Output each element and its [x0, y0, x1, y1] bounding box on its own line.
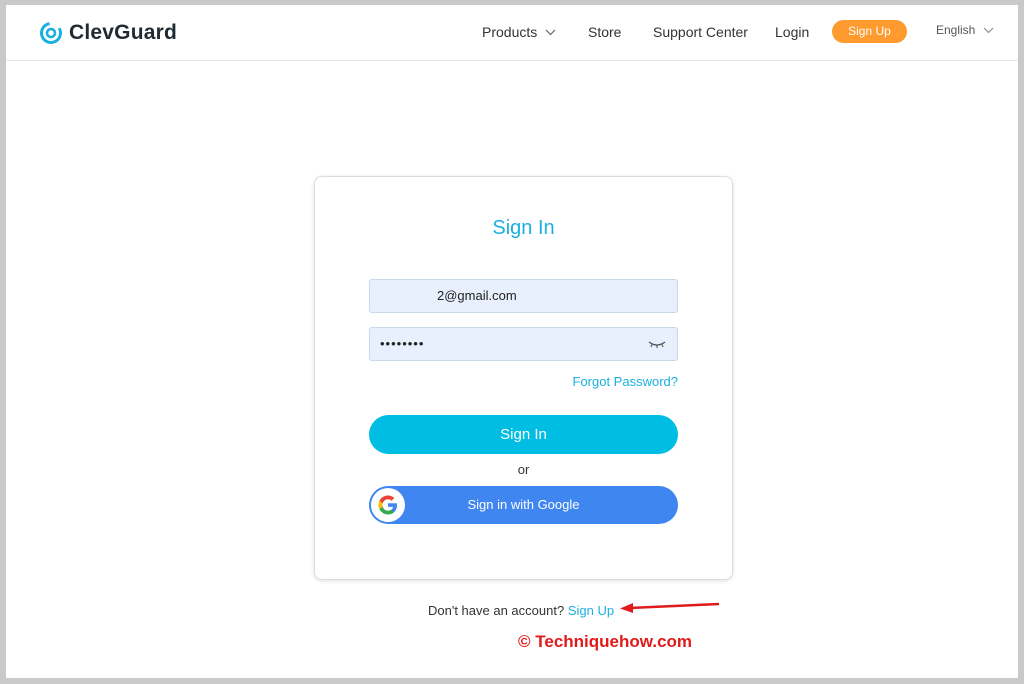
top-navbar: ClevGuard Products Store Support Center … [6, 5, 1018, 61]
email-field[interactable]: 2@gmail.com [369, 279, 678, 313]
brand-name: ClevGuard [69, 21, 177, 44]
forgot-password-link[interactable]: Forgot Password? [573, 374, 679, 389]
watermark-text: © Techniquehow.com [518, 632, 693, 651]
password-value: •••••••• [380, 336, 425, 351]
eye-closed-icon[interactable] [647, 339, 667, 349]
nav-products[interactable]: Products [482, 22, 556, 42]
or-divider: or [517, 462, 530, 477]
header-signup-button[interactable]: Sign Up [832, 20, 907, 43]
clevguard-logo-icon [40, 22, 62, 44]
nav-support-center[interactable]: Support Center [653, 22, 748, 42]
no-account-text: Don't have an account? [428, 603, 565, 618]
brand-logo[interactable]: ClevGuard [39, 19, 177, 47]
signin-button[interactable]: Sign In [369, 415, 678, 454]
signin-card: Sign In 2@gmail.com •••••••• Forgot Pass… [314, 176, 733, 580]
language-selector[interactable]: English [936, 23, 994, 37]
google-g-icon [378, 495, 397, 515]
chevron-down-icon [545, 29, 556, 35]
google-badge [371, 488, 405, 522]
nav-store[interactable]: Store [588, 22, 621, 42]
google-signin-label: Sign in with Google [467, 497, 580, 512]
page-frame: ClevGuard Products Store Support Center … [6, 5, 1018, 678]
signup-link[interactable]: Sign Up [568, 603, 614, 618]
password-field[interactable]: •••••••• [369, 327, 678, 361]
nav-products-label: Products [482, 24, 538, 40]
google-signin-button[interactable]: Sign in with Google [369, 486, 678, 524]
language-label: English [936, 23, 976, 37]
red-arrow-annotation [620, 602, 720, 613]
signup-prompt: Don't have an account? Sign Up [428, 603, 614, 618]
nav-login[interactable]: Login [775, 22, 809, 42]
chevron-down-icon [983, 27, 994, 33]
signin-title: Sign In [492, 217, 555, 239]
